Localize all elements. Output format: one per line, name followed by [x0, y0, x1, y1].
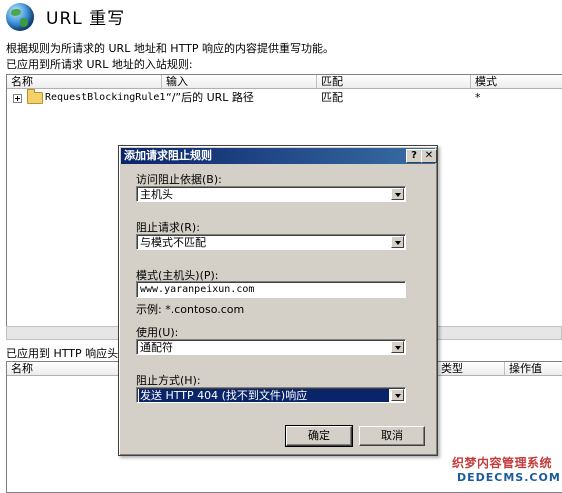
- pattern-input[interactable]: [137, 283, 402, 296]
- pattern-input-box[interactable]: [136, 281, 406, 298]
- block-request-value: 与模式不匹配: [140, 236, 206, 249]
- help-button[interactable]: ?: [406, 149, 422, 163]
- block-request-select[interactable]: 与模式不匹配: [136, 234, 406, 250]
- table-row[interactable]: RequestBlockingRule1 “/”后的 URL 路径 匹配 *: [7, 89, 562, 105]
- access-block-label: 访问阻止依据(B):: [136, 173, 222, 186]
- block-method-select[interactable]: 发送 HTTP 404 (找不到文件)响应: [136, 387, 406, 403]
- feature-description: 根据规则为所请求的 URL 地址和 HTTP 响应的内容提供重写功能。: [6, 42, 334, 55]
- rule-match-cell: 匹配: [321, 91, 343, 104]
- dialog-titlebar[interactable]: 添加请求阻止规则 ? ✕: [121, 148, 437, 164]
- block-method-label: 阻止方式(H):: [136, 374, 201, 387]
- access-block-value: 主机头: [140, 188, 173, 201]
- globe-icon: [6, 3, 34, 31]
- using-label: 使用(U):: [136, 326, 179, 339]
- dropdown-arrow-icon[interactable]: [391, 236, 404, 248]
- watermark-text: 织梦内容管理系统: [452, 456, 553, 470]
- tree-expander-icon[interactable]: [13, 94, 22, 103]
- add-request-blocking-rule-dialog: 添加请求阻止规则 ? ✕ 访问阻止依据(B): 主机头 阻止请求(R): 与模式…: [118, 145, 438, 456]
- example-text: 示例: *.contoso.com: [136, 303, 245, 316]
- block-request-label: 阻止请求(R):: [136, 221, 200, 234]
- dialog-title: 添加请求阻止规则: [124, 149, 212, 162]
- using-value: 通配符: [140, 341, 173, 354]
- dropdown-arrow-icon[interactable]: [391, 188, 404, 200]
- dropdown-arrow-icon[interactable]: [391, 389, 404, 401]
- cancel-button[interactable]: 取消: [359, 426, 425, 446]
- ok-button[interactable]: 确定: [285, 425, 353, 447]
- using-select[interactable]: 通配符: [136, 339, 406, 355]
- dropdown-arrow-icon[interactable]: [391, 341, 404, 353]
- page-title: URL 重写: [46, 9, 126, 29]
- column-header-action-value[interactable]: 操作值: [505, 362, 562, 376]
- column-header-match[interactable]: 匹配: [317, 75, 471, 89]
- access-block-select[interactable]: 主机头: [136, 186, 406, 202]
- column-header-type[interactable]: 类型: [437, 362, 505, 376]
- column-header-input[interactable]: 输入: [162, 75, 317, 89]
- folder-icon: [27, 89, 43, 104]
- inbound-rules-caption: 已应用到所请求 URL 地址的入站规则:: [6, 58, 193, 71]
- outbound-rules-caption: 已应用到 HTTP 响应头或: [6, 347, 130, 360]
- rule-name-cell: RequestBlockingRule1: [45, 92, 166, 103]
- watermark-url: DEDECMS.COM: [457, 471, 561, 484]
- block-method-value: 发送 HTTP 404 (找不到文件)响应: [139, 389, 389, 402]
- close-button[interactable]: ✕: [421, 149, 437, 163]
- rule-pattern-cell: *: [475, 91, 481, 104]
- column-header-name[interactable]: 名称: [7, 75, 162, 89]
- rule-input-cell: “/”后的 URL 路径: [166, 91, 254, 104]
- column-header-pattern[interactable]: 模式: [471, 75, 562, 89]
